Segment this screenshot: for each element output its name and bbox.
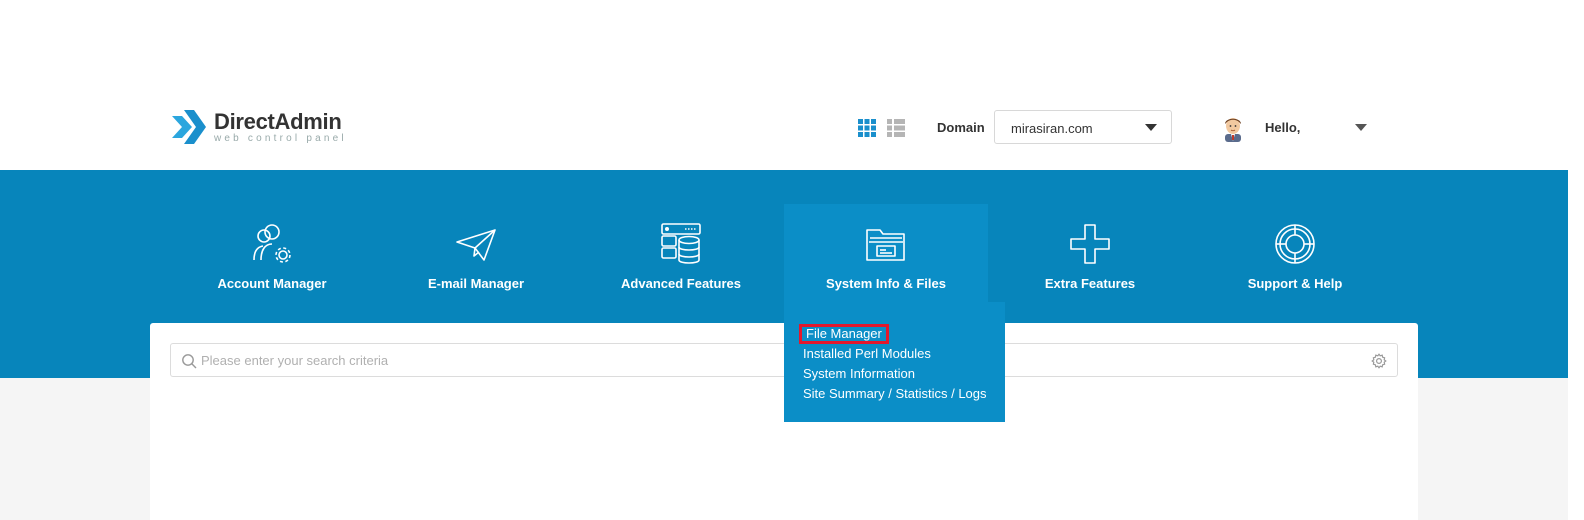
system-info-dropdown: File Manager Installed Perl Modules Syst… — [784, 302, 1005, 422]
lifebuoy-icon — [1275, 224, 1315, 264]
menu-item-installed-perl-modules[interactable]: Installed Perl Modules — [803, 344, 1005, 364]
nav-account-manager[interactable]: Account Manager — [170, 204, 374, 304]
nav-label: Extra Features — [1044, 276, 1136, 291]
nav-label: E-mail Manager — [427, 276, 525, 291]
user-greeting: Hello, — [1265, 120, 1301, 135]
server-database-icon — [661, 223, 701, 264]
nav-system-info-files[interactable]: System Info & Files — [784, 204, 988, 304]
paper-plane-icon — [456, 229, 496, 261]
nav-label: Account Manager — [217, 276, 327, 291]
caret-down-icon — [1145, 124, 1157, 131]
nav-advanced-features[interactable]: Advanced Features — [579, 204, 783, 304]
menu-item-site-summary[interactable]: Site Summary / Statistics / Logs — [803, 384, 1005, 404]
directadmin-logo[interactable]: DirectAdmin web control panel — [170, 106, 347, 148]
logo-chevrons-icon — [172, 110, 206, 144]
plus-icon — [1070, 224, 1110, 264]
gear-icon[interactable] — [1371, 353, 1387, 369]
domain-select[interactable]: mirasiran.com — [994, 110, 1172, 144]
logo-subtitle: web control panel — [214, 132, 347, 144]
grid-view-icon[interactable] — [858, 119, 876, 137]
domain-select-value: mirasiran.com — [1011, 121, 1093, 136]
user-avatar-icon[interactable] — [1220, 114, 1246, 142]
nav-support-help[interactable]: Support & Help — [1193, 204, 1397, 304]
menu-item-file-manager[interactable]: File Manager — [799, 324, 889, 344]
folder-icon — [866, 229, 905, 261]
nav-label: System Info & Files — [826, 276, 946, 291]
menu-item-system-information[interactable]: System Information — [803, 364, 1005, 384]
domain-label: Domain — [937, 120, 985, 135]
nav-label: Support & Help — [1247, 276, 1343, 291]
account-manager-icon — [253, 224, 291, 263]
search-input[interactable] — [201, 344, 1351, 376]
logo-title: DirectAdmin — [214, 108, 342, 134]
nav-extra-features[interactable]: Extra Features — [988, 204, 1192, 304]
nav-label: Advanced Features — [621, 276, 741, 291]
search-icon — [182, 354, 197, 369]
nav-email-manager[interactable]: E-mail Manager — [374, 204, 578, 304]
user-menu-caret-icon[interactable] — [1355, 124, 1367, 131]
top-header: DirectAdmin web control panel Domain mir… — [0, 0, 1584, 170]
list-view-icon[interactable] — [887, 119, 905, 137]
